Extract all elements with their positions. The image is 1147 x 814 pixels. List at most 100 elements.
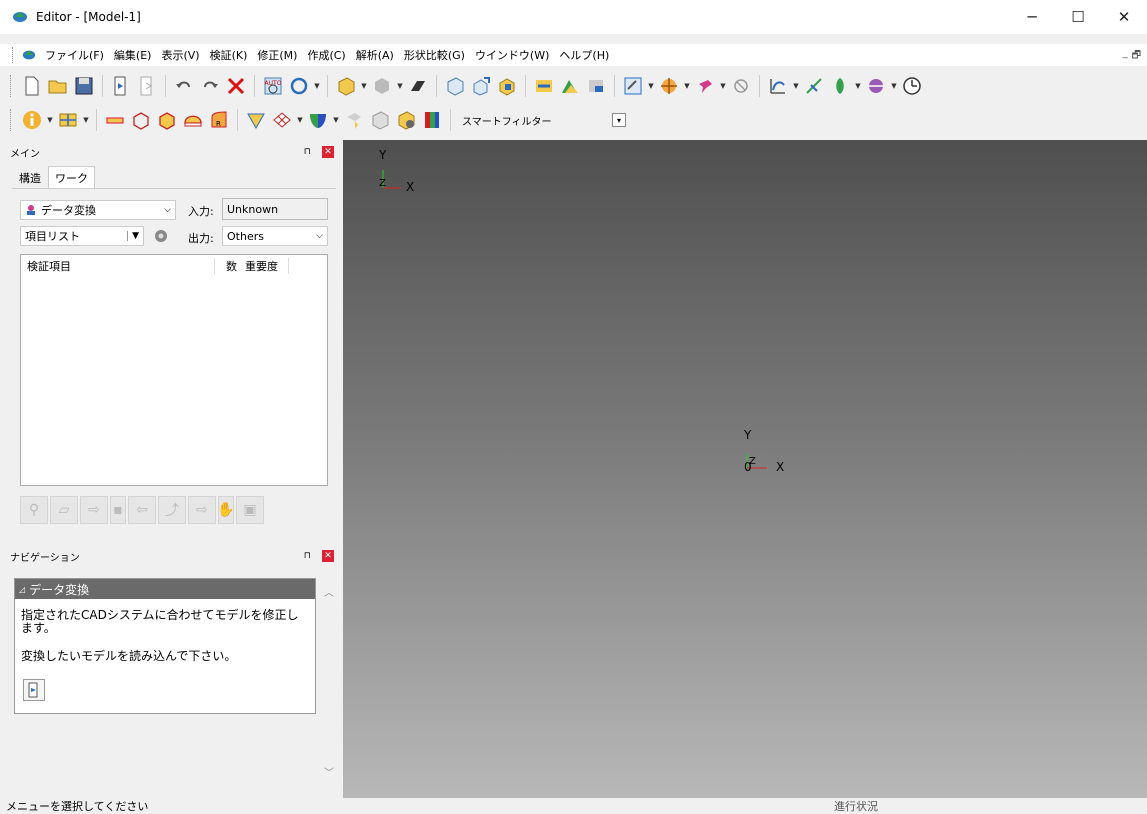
mdi-restore-button[interactable]: 🗗 <box>1132 48 1141 65</box>
display-mode-dropdown[interactable]: ▼ <box>889 82 899 90</box>
output-dropdown[interactable]: Others ⌵ <box>222 226 328 246</box>
menubar-grip[interactable] <box>12 47 16 63</box>
menu-file[interactable]: ファイル(F) <box>40 47 109 63</box>
section-view-button[interactable] <box>405 73 431 99</box>
marker-button[interactable]: ▪ <box>110 496 126 524</box>
color-book-button[interactable] <box>419 107 445 133</box>
info-dropdown[interactable]: ▼ <box>45 116 55 124</box>
menu-view[interactable]: 表示(V) <box>156 47 204 63</box>
verification-list[interactable]: 検証項目 数 重要度 <box>20 254 328 486</box>
menu-help[interactable]: ヘルプ(H) <box>554 47 614 63</box>
rotate-button[interactable] <box>286 73 312 99</box>
color-analysis-button[interactable] <box>656 73 682 99</box>
vector-button[interactable] <box>801 73 827 99</box>
radius-button[interactable]: R <box>206 107 232 133</box>
menu-edit[interactable]: 編集(E) <box>109 47 157 63</box>
import-button[interactable] <box>108 73 134 99</box>
export-button[interactable] <box>134 73 160 99</box>
open-file-button[interactable] <box>45 73 71 99</box>
menu-analysis[interactable]: 解析(A) <box>351 47 399 63</box>
save-button[interactable] <box>71 73 97 99</box>
cube-parts-button[interactable] <box>494 73 520 99</box>
prev-button[interactable]: ⇦ <box>128 496 156 524</box>
column-header-count[interactable]: 数 <box>215 258 241 274</box>
box-settings-button[interactable] <box>393 107 419 133</box>
column-header-severity[interactable]: 重要度 <box>241 258 289 274</box>
shaded-view-button[interactable] <box>333 73 359 99</box>
settings-gear-icon[interactable] <box>153 228 169 244</box>
surface-dropdown[interactable]: ▼ <box>853 82 863 90</box>
auto-fit-button[interactable]: AUTO <box>260 73 286 99</box>
scroll-up-icon[interactable]: ︿ <box>324 584 334 599</box>
solid-box-button[interactable] <box>154 107 180 133</box>
menu-create[interactable]: 作成(C) <box>302 47 350 63</box>
main-panel-close-icon[interactable]: ✕ <box>322 146 334 158</box>
clear-pins-button[interactable] <box>728 73 754 99</box>
grid-dropdown[interactable]: ▼ <box>81 116 91 124</box>
menu-compare[interactable]: 形状比較(G) <box>399 47 470 63</box>
rotate-dropdown[interactable]: ▼ <box>312 82 322 90</box>
column-header-item[interactable]: 検証項目 <box>21 258 215 274</box>
menu-verify[interactable]: 検証(K) <box>205 47 253 63</box>
close-button[interactable]: ✕ <box>1101 0 1147 34</box>
menu-modify[interactable]: 修正(M) <box>252 47 302 63</box>
box-gray-button[interactable] <box>367 107 393 133</box>
curve-analysis-dropdown[interactable]: ▼ <box>791 82 801 90</box>
triangle-button[interactable] <box>243 107 269 133</box>
item-list-dropdown[interactable]: 項目リスト ▼ <box>20 226 144 246</box>
undo-button[interactable] <box>171 73 197 99</box>
import-model-button[interactable] <box>23 679 45 701</box>
next-item-button[interactable]: ⇨ <box>80 496 108 524</box>
wire-cube-button[interactable] <box>442 73 468 99</box>
select-pointer-button[interactable] <box>341 107 367 133</box>
work-type-dropdown[interactable]: データ変換 ⌵ <box>20 200 176 220</box>
sphere-view-dropdown[interactable]: ▼ <box>395 82 405 90</box>
toolbar-grip[interactable] <box>10 75 13 97</box>
redo-button[interactable] <box>197 73 223 99</box>
fix-button[interactable]: ▣ <box>236 496 264 524</box>
mdi-minimize-button[interactable]: _ <box>1123 48 1128 65</box>
clear-button[interactable] <box>583 73 609 99</box>
surface-button[interactable] <box>827 73 853 99</box>
cube-arrow-button[interactable] <box>468 73 494 99</box>
color-analysis-dropdown[interactable]: ▼ <box>682 82 692 90</box>
measure-dropdown[interactable]: ▼ <box>646 82 656 90</box>
pin-point-dropdown[interactable]: ▼ <box>718 82 728 90</box>
edit-button[interactable]: ▱ <box>50 496 78 524</box>
display-mode-button[interactable] <box>863 73 889 99</box>
scroll-down-icon[interactable]: ﹀ <box>324 764 334 779</box>
delete-button[interactable] <box>223 73 249 99</box>
curve-analysis-button[interactable] <box>765 73 791 99</box>
dome-button[interactable] <box>180 107 206 133</box>
hand-button[interactable]: ✋ <box>217 496 235 524</box>
shaded-view-dropdown[interactable]: ▼ <box>359 82 369 90</box>
tab-work[interactable]: ワーク <box>48 166 95 188</box>
search-button[interactable]: ⚲ <box>20 496 48 524</box>
navigation-scrollbar[interactable]: ︿ ﹀ <box>322 574 338 796</box>
ruler-button[interactable] <box>102 107 128 133</box>
maximize-button[interactable]: ☐ <box>1055 0 1101 34</box>
pin-tool-button[interactable]: ⤴ <box>158 496 186 524</box>
toolbar-grip[interactable] <box>10 109 13 131</box>
minimize-button[interactable]: ─ <box>1009 0 1055 34</box>
measure-button[interactable] <box>620 73 646 99</box>
smart-filter[interactable]: スマートフィルター ▾ <box>462 113 626 128</box>
heal-button[interactable] <box>531 73 557 99</box>
navigation-panel-pin-icon[interactable]: ⊓ <box>304 551 311 561</box>
mesh-button[interactable] <box>269 107 295 133</box>
document-menu-icon[interactable] <box>22 48 36 62</box>
grid-button[interactable] <box>55 107 81 133</box>
tab-structure[interactable]: 構造 <box>12 166 48 188</box>
sphere-view-button[interactable] <box>369 73 395 99</box>
forward-button[interactable]: ⇨ <box>188 496 216 524</box>
new-file-button[interactable] <box>19 73 45 99</box>
menu-window[interactable]: ウインドウ(W) <box>470 47 554 63</box>
shell-dropdown[interactable]: ▼ <box>331 116 341 124</box>
clock-button[interactable] <box>899 73 925 99</box>
navigation-section-header[interactable]: ◿ データ変換 <box>15 579 315 599</box>
fill-button[interactable] <box>557 73 583 99</box>
mesh-dropdown[interactable]: ▼ <box>295 116 305 124</box>
smart-filter-dropdown-icon[interactable]: ▾ <box>612 113 626 127</box>
3d-viewport[interactable]: Y Z X Y 0 Z X <box>343 140 1147 798</box>
main-panel-pin-icon[interactable]: ⊓ <box>304 147 311 157</box>
